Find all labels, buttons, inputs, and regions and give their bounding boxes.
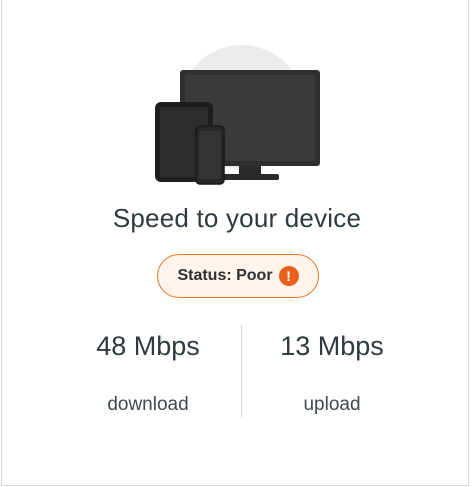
page-title: Speed to your device [112, 203, 362, 233]
status-badge: Status: Poor ! [157, 254, 319, 298]
warning-icon: ! [278, 266, 299, 286]
status-label: Status: Poor [177, 267, 273, 284]
upload-speed-value: 13 Mbps [280, 331, 384, 361]
upload-label: upload [303, 394, 361, 415]
devices-illustration-icon [155, 45, 320, 185]
download-label: download [107, 394, 189, 415]
speed-card: Speed to your device Status: Poor ! 48 M… [1, 0, 469, 486]
download-speed-value: 48 Mbps [96, 331, 200, 361]
